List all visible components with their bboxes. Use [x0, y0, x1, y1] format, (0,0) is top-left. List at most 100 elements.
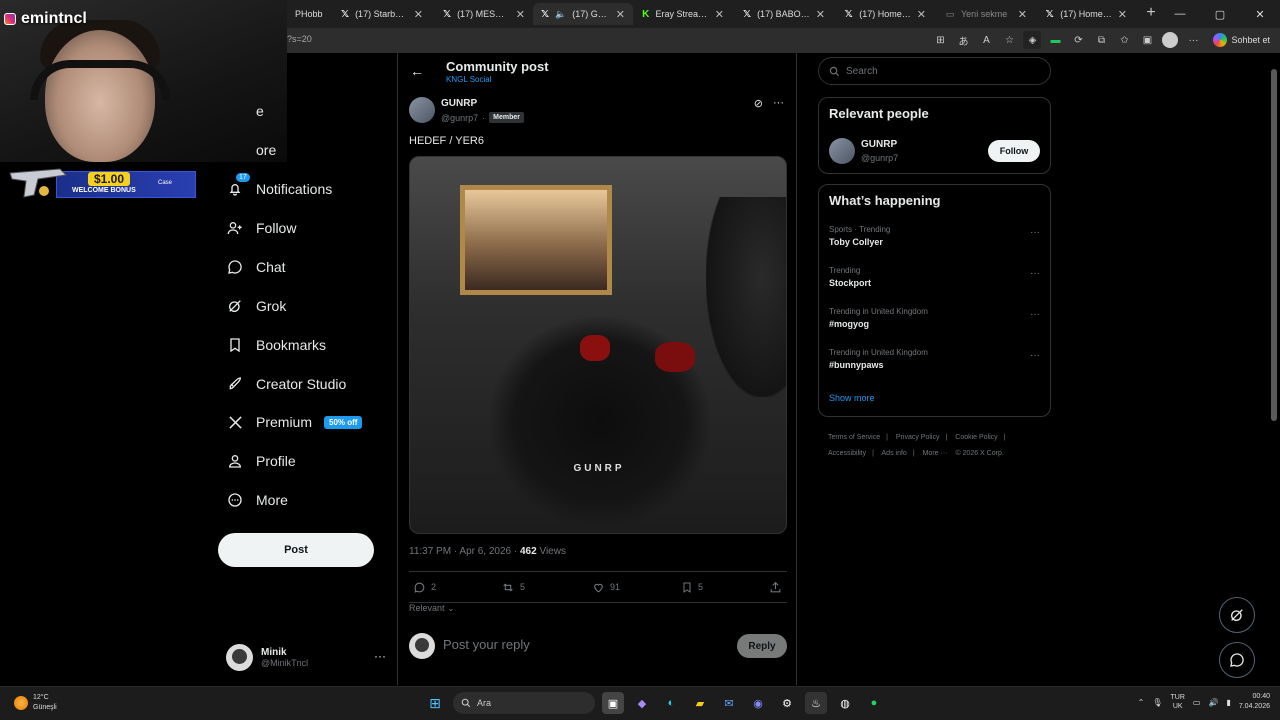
- microphone-icon[interactable]: 🎙: [1152, 698, 1162, 707]
- footer-link[interactable]: Ads info: [882, 450, 907, 457]
- speaker-icon[interactable]: 🔈: [555, 9, 566, 20]
- volume-icon[interactable]: 🔊: [1208, 698, 1218, 707]
- close-tab-icon[interactable]: ✕: [616, 8, 625, 21]
- language-indicator[interactable]: TUR UK: [1171, 693, 1185, 711]
- battery-icon[interactable]: ▮: [1226, 698, 1230, 707]
- footer-link[interactable]: Privacy Policy: [896, 434, 940, 441]
- reply-sort-dropdown[interactable]: Relevant ⌄: [409, 603, 455, 614]
- close-window-icon[interactable]: ✕: [1240, 0, 1280, 28]
- share-icon[interactable]: [769, 581, 782, 594]
- close-tab-icon[interactable]: ✕: [1118, 8, 1127, 21]
- copilot-app-icon[interactable]: ◆: [631, 692, 653, 714]
- community-link[interactable]: KNGL Social: [446, 75, 492, 84]
- chat-copilot-button[interactable]: Sohbet et: [1207, 31, 1276, 49]
- browser-tab-partial[interactable]: PHobb: [287, 3, 333, 25]
- trend-item[interactable]: Sports · Trending Toby Collyer ···: [829, 225, 1042, 255]
- grok-float-button[interactable]: [1219, 597, 1255, 633]
- close-tab-icon[interactable]: ✕: [917, 8, 926, 21]
- steam-icon[interactable]: ♨: [805, 692, 827, 714]
- more-horizontal-icon[interactable]: ···: [773, 97, 784, 110]
- nav-explore[interactable]: ore: [226, 138, 276, 162]
- browser-tab-2[interactable]: 𝕏 (17) MESSİKER on ✕: [435, 3, 533, 25]
- read-aloud-icon[interactable]: A: [977, 31, 995, 49]
- taskbar-search[interactable]: Ara: [453, 692, 595, 714]
- maximize-icon[interactable]: ▢: [1200, 0, 1240, 28]
- nav-grok[interactable]: Grok: [226, 294, 286, 318]
- avatar[interactable]: [829, 138, 855, 164]
- close-tab-icon[interactable]: ✕: [1018, 8, 1027, 21]
- post-timestamp[interactable]: 11:37 PM · Apr 6, 2026 ·: [409, 546, 517, 557]
- trend-item[interactable]: Trending in United Kingdom #bunnypaws ··…: [829, 348, 1042, 378]
- close-tab-icon[interactable]: ✕: [414, 8, 423, 21]
- search-input[interactable]: Search: [818, 57, 1051, 85]
- close-tab-icon[interactable]: ✕: [816, 8, 825, 21]
- nav-creator-studio[interactable]: Creator Studio: [226, 372, 346, 396]
- footer-link[interactable]: Cookie Policy: [955, 434, 997, 441]
- post-media-video[interactable]: GUNRP: [409, 156, 787, 534]
- nav-notifications[interactable]: 17 Notifications: [226, 173, 332, 201]
- nav-bookmarks[interactable]: Bookmarks: [226, 333, 326, 357]
- nav-follow[interactable]: Follow: [226, 216, 296, 240]
- trend-item[interactable]: Trending in United Kingdom #mogyog ···: [829, 307, 1042, 337]
- mail-icon[interactable]: ✉: [718, 692, 740, 714]
- browser-tab-1[interactable]: 𝕏 (17) Starburack's ✕: [333, 3, 431, 25]
- browser-tab-6[interactable]: 𝕏 (17) Home / X ✕: [836, 3, 934, 25]
- reply-action[interactable]: 2: [413, 581, 436, 594]
- profile-avatar-icon[interactable]: [1161, 31, 1179, 49]
- refresh-extension-icon[interactable]: ⟳: [1069, 31, 1087, 49]
- reply-button[interactable]: Reply: [737, 634, 787, 658]
- back-arrow-icon[interactable]: ←: [410, 63, 424, 79]
- messages-float-button[interactable]: [1219, 642, 1255, 678]
- app-icon[interactable]: ◍: [834, 692, 856, 714]
- author-handle[interactable]: @gunrp7: [441, 113, 478, 123]
- weather-widget[interactable]: 12°C Güneşli: [14, 693, 57, 713]
- minimize-icon[interactable]: —: [1160, 0, 1200, 28]
- favorite-star-icon[interactable]: ☆: [1000, 31, 1018, 49]
- show-more-link[interactable]: Show more: [829, 393, 875, 403]
- nav-chat[interactable]: Chat: [226, 255, 286, 279]
- task-view-icon[interactable]: ▣: [602, 692, 624, 714]
- browser-tab-8[interactable]: 𝕏 (17) Home / X ✕: [1037, 3, 1135, 25]
- author-name[interactable]: GUNRP: [441, 98, 477, 109]
- edge-icon[interactable]: ◐: [660, 692, 682, 714]
- reply-input[interactable]: Post your reply: [443, 637, 530, 652]
- page-scrollbar[interactable]: [1270, 55, 1278, 685]
- author-avatar[interactable]: [409, 97, 435, 123]
- chevron-up-icon[interactable]: ⌃: [1138, 698, 1145, 707]
- person-name[interactable]: GUNRP: [861, 139, 897, 150]
- discord-icon[interactable]: ◉: [747, 692, 769, 714]
- account-switcher[interactable]: Minik @MinikTncl ···: [226, 641, 396, 673]
- nav-more[interactable]: More: [226, 488, 288, 512]
- split-screen-icon[interactable]: ⊞: [931, 31, 949, 49]
- collections-icon[interactable]: ▣: [1138, 31, 1156, 49]
- windows-start-icon[interactable]: ⊞: [424, 692, 446, 714]
- close-tab-icon[interactable]: ✕: [715, 8, 724, 21]
- more-horizontal-icon[interactable]: ···: [1030, 309, 1040, 320]
- network-icon[interactable]: ▭: [1193, 698, 1201, 707]
- like-action[interactable]: 91: [592, 581, 620, 594]
- more-horizontal-icon[interactable]: ···: [1030, 227, 1040, 238]
- url-text[interactable]: ?s=20: [287, 34, 312, 44]
- file-explorer-icon[interactable]: ▰: [689, 692, 711, 714]
- grok-icon[interactable]: ⊘: [754, 97, 763, 110]
- browser-tab-7[interactable]: ▭ Yeni sekme ✕: [937, 3, 1035, 25]
- nav-premium[interactable]: Premium 50% off: [226, 410, 363, 434]
- browser-tab-5[interactable]: 𝕏 (17) BABOLI on X ✕: [735, 3, 833, 25]
- footer-link[interactable]: Accessibility: [828, 450, 866, 457]
- follow-button[interactable]: Follow: [988, 140, 1040, 162]
- scrollbar-thumb[interactable]: [1271, 69, 1277, 421]
- repost-action[interactable]: 5: [501, 581, 525, 594]
- favorites-icon[interactable]: ✩: [1115, 31, 1133, 49]
- footer-link[interactable]: More ···: [923, 450, 948, 457]
- settings-gear-icon[interactable]: ⚙: [776, 692, 798, 714]
- clock[interactable]: 00:40 7.04.2026: [1239, 692, 1270, 712]
- spotify-icon[interactable]: ●: [863, 692, 885, 714]
- post-button[interactable]: Post: [218, 533, 374, 567]
- translate-icon[interactable]: あ: [954, 31, 972, 49]
- bookmark-action[interactable]: 5: [681, 581, 703, 594]
- new-tab-icon[interactable]: +: [1143, 4, 1159, 24]
- browser-tab-4[interactable]: K Eray Stream - Wa ✕: [634, 3, 732, 25]
- more-horizontal-icon[interactable]: ···: [1030, 268, 1040, 279]
- browser-tab-active[interactable]: 𝕏 🔈 (17) GUNRP ✕: [533, 3, 633, 25]
- browser-menu-icon[interactable]: ···: [1184, 31, 1202, 49]
